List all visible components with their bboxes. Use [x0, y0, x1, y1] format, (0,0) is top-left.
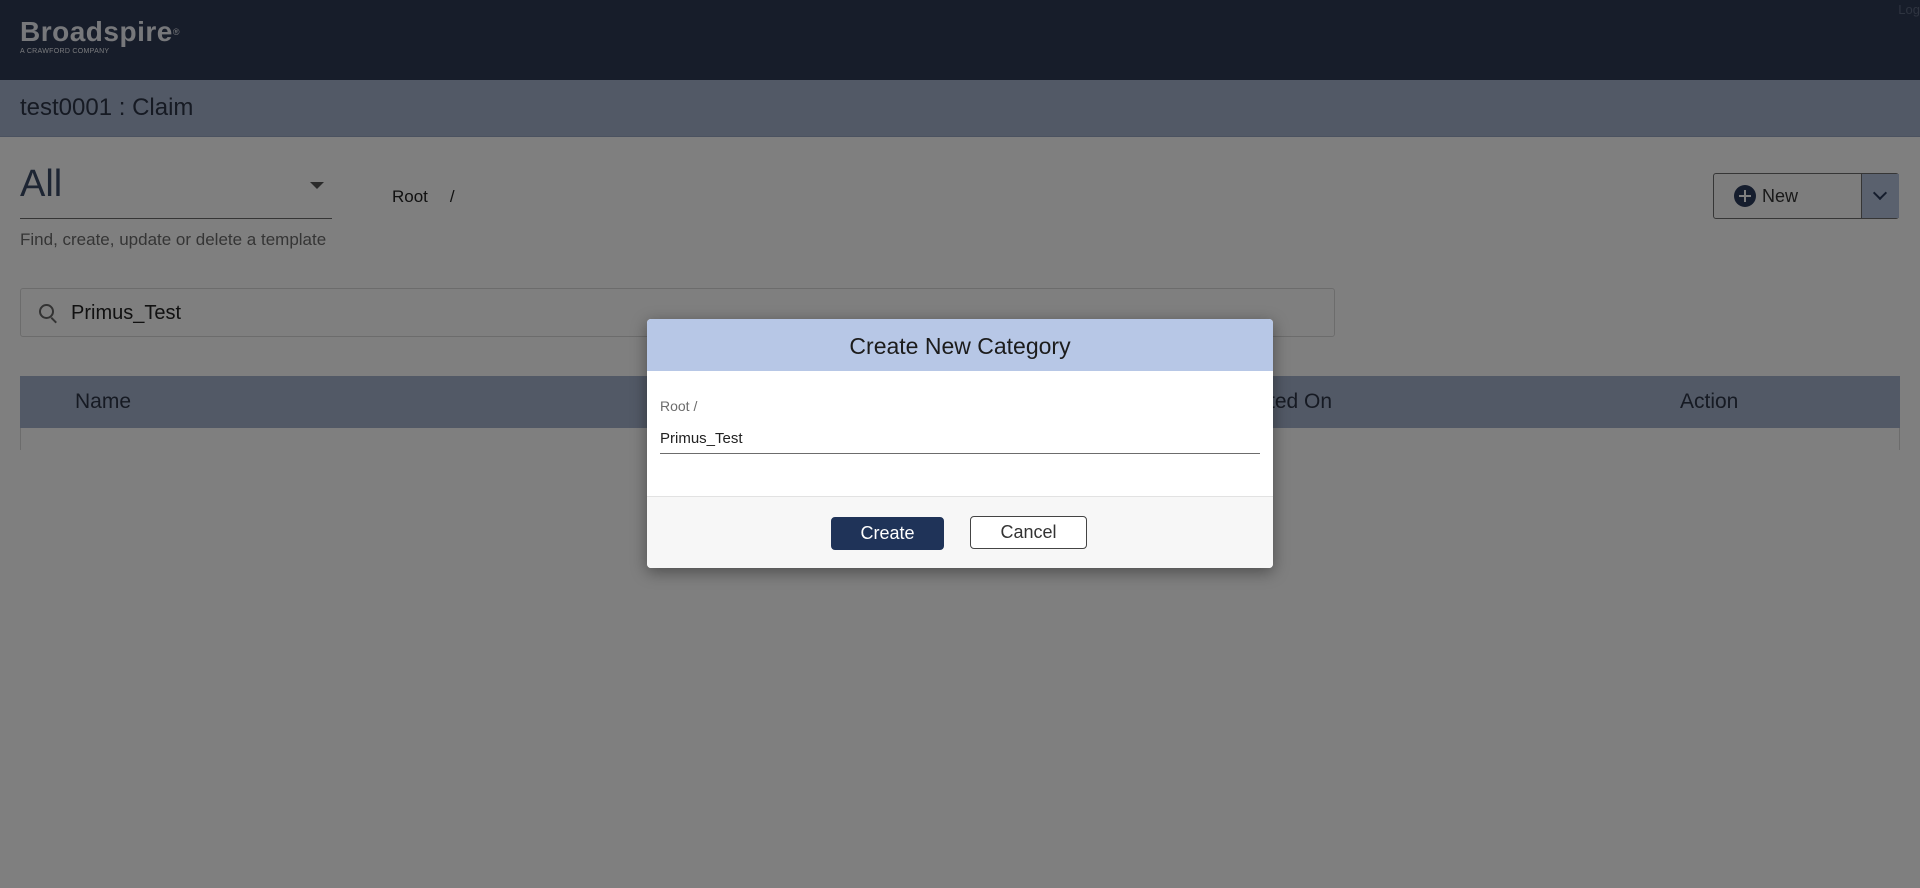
dialog-footer: Create Cancel	[647, 496, 1273, 568]
app-root: Broadspire® A CRAWFORD COMPANY Log test0…	[0, 0, 1920, 888]
category-path-label: Root /	[660, 398, 698, 414]
dialog-header: Create New Category	[647, 319, 1273, 371]
dialog-title: Create New Category	[849, 333, 1071, 359]
category-name-input[interactable]	[660, 423, 1260, 454]
create-category-dialog: Create New Category Root / Create Cancel	[647, 319, 1273, 568]
create-button[interactable]: Create	[831, 517, 944, 550]
cancel-button[interactable]: Cancel	[970, 516, 1087, 549]
